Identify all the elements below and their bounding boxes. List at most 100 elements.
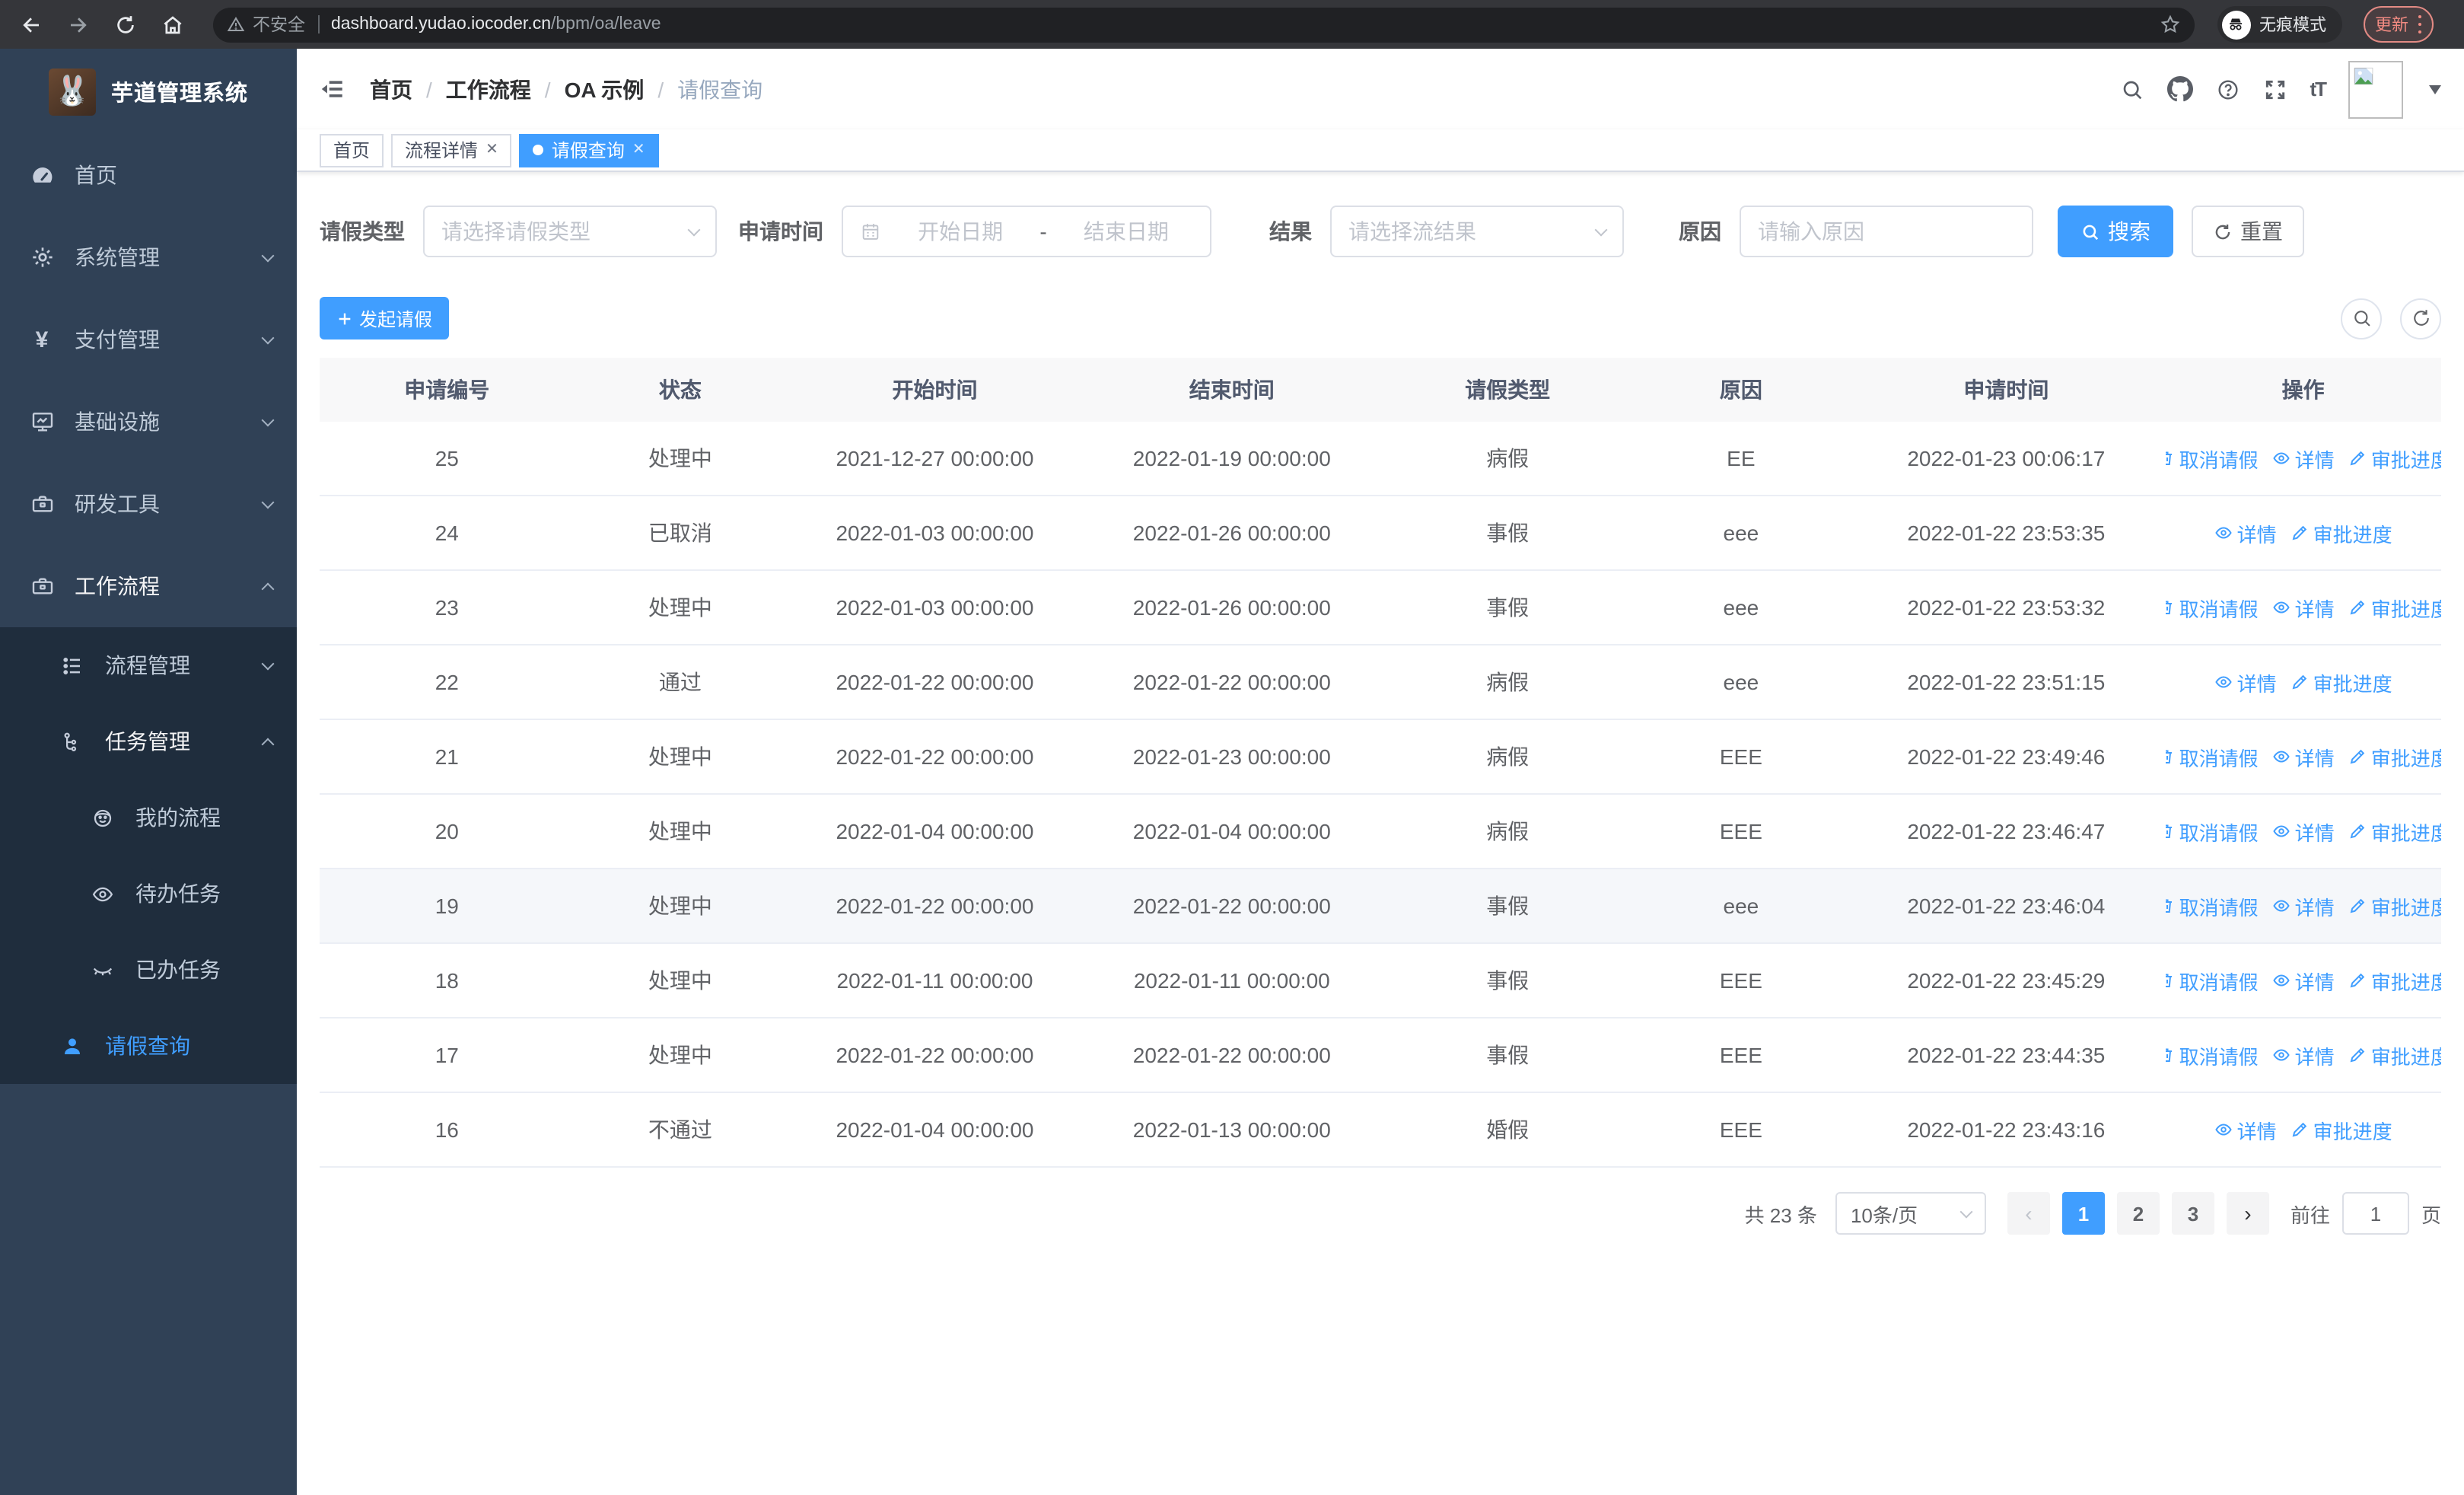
sidebar-item-task-mgmt[interactable]: 任务管理 [0,703,297,779]
row-actions: 取消请假 详情 审批进度 [2165,593,2441,622]
action-cancel-link[interactable]: 取消请假 [2165,444,2259,473]
sidebar-item-process-mgmt[interactable]: 流程管理 [0,627,297,703]
bookmark-star-icon[interactable] [2159,14,2180,35]
action-progress-link[interactable]: 审批进度 [2348,593,2441,622]
action-detail-link[interactable]: 详情 [2214,1115,2277,1144]
action-detail-link[interactable]: 详情 [2272,966,2335,995]
sidebar-item-system[interactable]: 系统管理 [0,216,297,298]
page-content: 请假类型 请选择请假类型 申请时间 开始日期 - 结束日期 结果 请选择流结果 [297,172,2464,1495]
goto-label: 前往 [2290,1203,2330,1226]
browser-forward-button[interactable] [59,6,96,43]
tab-tag[interactable]: 请假查询 ✕ [519,133,659,167]
search-button[interactable]: 搜索 [2058,206,2173,257]
reason-input[interactable] [1740,206,2033,257]
tab-tag[interactable]: 首页 [320,133,384,167]
tag-close-icon[interactable]: ✕ [632,142,645,158]
action-progress-link[interactable]: 审批进度 [2291,518,2392,547]
action-progress-link[interactable]: 审批进度 [2291,668,2392,696]
action-progress-link[interactable]: 审批进度 [2348,891,2441,920]
page-size-select[interactable]: 10条/页 [1835,1192,1986,1235]
action-detail-link[interactable]: 详情 [2272,742,2335,771]
sidebar-item-todo-tasks[interactable]: 待办任务 [0,856,297,932]
font-size-icon[interactable]: tT [2310,78,2327,100]
sidebar-item-done-tasks[interactable]: 已办任务 [0,932,297,1008]
action-cancel-link[interactable]: 取消请假 [2165,593,2259,622]
chevron-up-icon [261,582,275,595]
browser-update-button[interactable]: 更新 [2363,6,2434,43]
action-detail-link[interactable]: 详情 [2272,817,2335,846]
fullscreen-icon[interactable] [2262,77,2287,101]
action-progress-link[interactable]: 审批进度 [2348,817,2441,846]
delete-icon [2165,824,2172,838]
help-icon[interactable] [2215,77,2240,101]
action-progress-link[interactable]: 审批进度 [2291,1115,2392,1144]
result-select[interactable]: 请选择流结果 [1330,206,1624,257]
action-progress-link[interactable]: 审批进度 [2348,1041,2441,1069]
browser-menu-icon[interactable] [2418,14,2421,34]
refresh-table-button[interactable] [2400,298,2441,339]
next-page-button[interactable]: › [2226,1192,2269,1235]
action-cancel-link[interactable]: 取消请假 [2165,891,2259,920]
browser-back-button[interactable] [12,6,49,43]
breadcrumb-item[interactable]: OA 示例 [565,74,645,104]
security-chip[interactable]: 不安全 [227,12,305,37]
apply-time-range-picker[interactable]: 开始日期 - 结束日期 [842,206,1211,257]
sidebar-item-devtools[interactable]: 研发工具 [0,463,297,545]
action-detail-link[interactable]: 详情 [2272,593,2335,622]
sidebar-item-workflow[interactable]: 工作流程 [0,545,297,627]
app-logo[interactable]: 🐰 芋道管理系统 [0,49,297,134]
action-detail-link[interactable]: 详情 [2272,444,2335,473]
sidebar-item-label: 请假查询 [105,1034,190,1058]
action-detail-link[interactable]: 详情 [2214,518,2277,547]
tab-tag[interactable]: 流程详情 ✕ [391,133,512,167]
prev-page-button[interactable]: ‹ [2007,1192,2050,1235]
leave-type-select[interactable]: 请选择请假类型 [423,206,717,257]
avatar[interactable] [2348,60,2403,118]
create-leave-button[interactable]: 发起请假 [320,297,450,339]
action-progress-link[interactable]: 审批进度 [2348,966,2441,995]
chevron-down-icon [1594,222,1608,236]
row-actions: 取消请假 详情 审批进度 [2165,817,2441,846]
update-label: 更新 [2375,17,2408,35]
action-cancel-link[interactable]: 取消请假 [2165,742,2259,771]
goto-page-input[interactable] [2341,1192,2409,1235]
cell-start-time: 2022-01-11 00:00:00 [836,968,1033,993]
tag-close-icon[interactable]: ✕ [485,142,498,158]
page-3-button[interactable]: 3 [2171,1192,2214,1235]
browser-home-button[interactable] [154,6,190,43]
cell-leave-type: 事假 [1486,595,1530,620]
reset-button[interactable]: 重置 [2192,206,2304,257]
address-bar[interactable]: 不安全 dashboard.yudao.iocoder.cn/bpm/oa/le… [213,7,2194,42]
cell-end-time: 2022-01-22 00:00:00 [1132,670,1331,694]
sidebar-item-my-process[interactable]: 我的流程 [0,779,297,856]
action-detail-link[interactable]: 详情 [2272,891,2335,920]
page-2-button[interactable]: 2 [2116,1192,2160,1235]
sidebar-item-home[interactable]: 首页 [0,134,297,216]
cell-apply-id: 24 [435,521,459,545]
breadcrumb-item[interactable]: 首页 [370,74,412,104]
breadcrumb-item[interactable]: 工作流程 [446,74,531,104]
header-search-icon[interactable] [2119,77,2144,101]
browser-reload-button[interactable] [107,6,143,43]
sidebar-item-infra[interactable]: 基础设施 [0,381,297,463]
show-search-button[interactable] [2341,298,2382,339]
github-icon[interactable] [2166,76,2193,102]
cell-apply-time: 2022-01-22 23:53:35 [1907,521,2106,545]
cell-start-time: 2022-01-22 00:00:00 [836,1043,1034,1067]
eye-open-icon [90,882,116,905]
action-cancel-link[interactable]: 取消请假 [2165,1041,2259,1069]
cell-start-time: 2022-01-22 00:00:00 [836,744,1034,769]
action-cancel-link[interactable]: 取消请假 [2165,817,2259,846]
table-tools [2341,298,2441,339]
action-detail-link[interactable]: 详情 [2214,668,2277,696]
action-progress-link[interactable]: 审批进度 [2348,742,2441,771]
page-1-button[interactable]: 1 [2061,1192,2105,1235]
sidebar-item-payment[interactable]: ¥ 支付管理 [0,298,297,381]
action-detail-link[interactable]: 详情 [2272,1041,2335,1069]
action-progress-link[interactable]: 审批进度 [2348,444,2441,473]
reload-icon [116,15,133,33]
sidebar-item-leave-query[interactable]: 请假查询 [0,1008,297,1084]
avatar-caret-icon[interactable] [2429,84,2441,94]
action-cancel-link[interactable]: 取消请假 [2165,966,2259,995]
sidebar-toggle-button[interactable] [320,76,345,102]
